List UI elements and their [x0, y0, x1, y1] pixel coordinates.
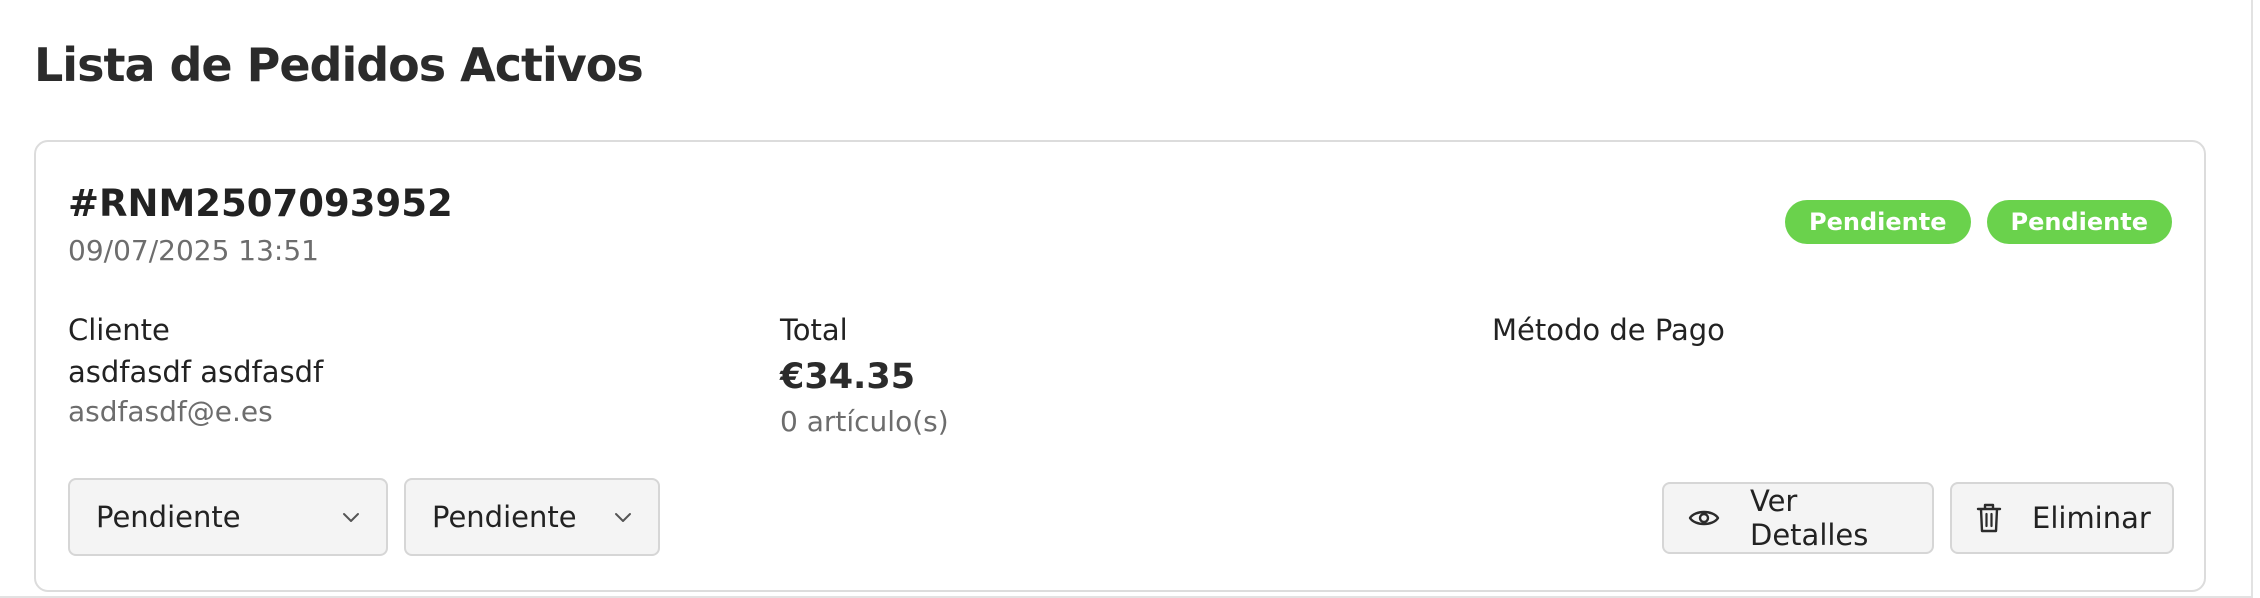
total-label: Total — [780, 313, 848, 347]
payment-status-value: Pendiente — [432, 500, 577, 534]
eye-icon — [1688, 510, 1720, 526]
order-card: #RNM2507093952 09/07/2025 13:51 Pendient… — [34, 140, 2206, 592]
order-status-select[interactable]: Pendiente — [68, 478, 388, 556]
order-status-value: Pendiente — [96, 500, 241, 534]
payment-status-badge: Pendiente — [1986, 200, 2172, 244]
payment-status-select[interactable]: Pendiente — [404, 478, 660, 556]
total-section: Total €34.35 0 artículo(s) — [780, 310, 949, 442]
status-badge: Pendiente — [1785, 200, 1971, 244]
order-id: #RNM2507093952 — [68, 182, 453, 225]
page-title: Lista de Pedidos Activos — [34, 38, 644, 92]
orders-panel: Lista de Pedidos Activos #RNM2507093952 … — [0, 0, 2253, 598]
chevron-down-icon — [615, 513, 631, 522]
delete-label: Eliminar — [2032, 501, 2151, 535]
delete-button[interactable]: Eliminar — [1950, 482, 2174, 554]
view-details-button[interactable]: Ver Detalles — [1662, 482, 1934, 554]
total-amount: €34.35 — [780, 357, 916, 397]
payment-method-label: Método de Pago — [1492, 313, 1725, 347]
chevron-down-icon — [343, 513, 359, 522]
status-badges: Pendiente Pendiente — [1785, 200, 2172, 244]
cliente-label: Cliente — [68, 313, 170, 347]
item-count: 0 artículo(s) — [780, 405, 949, 438]
cliente-email: asdfasdf@e.es — [68, 395, 273, 428]
view-details-label: Ver Detalles — [1750, 484, 1869, 552]
trash-icon — [1976, 503, 2002, 533]
cliente-section: Cliente asdfasdf asdfasdf asdfasdf@e.es — [68, 310, 323, 432]
cliente-name: asdfasdf asdfasdf — [68, 355, 324, 389]
payment-method-section: Método de Pago — [1492, 310, 1725, 350]
order-date: 09/07/2025 13:51 — [68, 234, 319, 267]
